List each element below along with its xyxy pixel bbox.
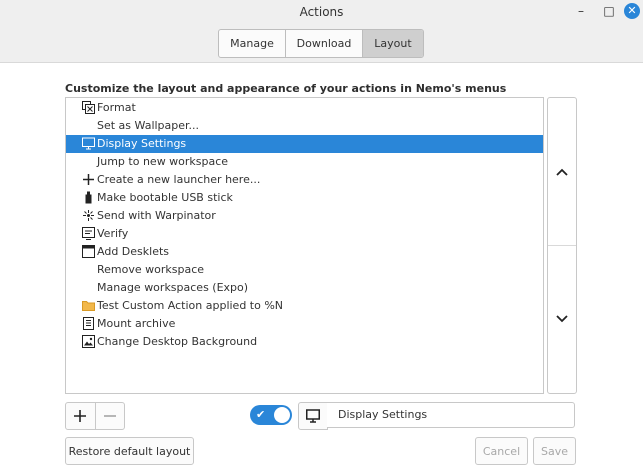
reorder-buttons [547, 97, 577, 394]
move-down-button[interactable] [554, 311, 570, 327]
maximize-button[interactable]: □ [601, 3, 617, 19]
list-item[interactable]: Test Custom Action applied to %N [66, 297, 543, 315]
tab-manage[interactable]: Manage [219, 30, 286, 57]
list-item-label: Send with Warpinator [97, 209, 216, 222]
format-icon [82, 101, 95, 114]
restore-default-layout-button[interactable]: Restore default layout [65, 437, 194, 465]
list-item-label: Verify [97, 227, 129, 240]
plus-icon [82, 173, 95, 186]
list-item-label: Change Desktop Background [97, 335, 258, 348]
warpinator-icon [82, 209, 95, 222]
folder-icon [82, 299, 95, 312]
check-icon: ✔ [256, 408, 266, 421]
divider [548, 245, 576, 246]
move-up-button[interactable] [554, 164, 570, 180]
list-item-label: Manage workspaces (Expo) [97, 281, 249, 294]
add-remove-group [65, 402, 125, 430]
desklet-icon [82, 245, 95, 258]
action-name-field[interactable] [327, 402, 575, 428]
remove-button[interactable] [94, 403, 125, 429]
list-item[interactable]: Verify [66, 225, 543, 243]
list-item[interactable]: Format [66, 99, 543, 117]
list-item-label: Mount archive [97, 317, 176, 330]
layout-heading: Customize the layout and appearance of y… [65, 82, 507, 95]
list-item[interactable]: Add Desklets [66, 243, 543, 261]
plus-icon [74, 410, 87, 422]
tab-download[interactable]: Download [286, 30, 363, 57]
chevron-up-icon [556, 168, 568, 176]
list-item[interactable]: Jump to new workspace [66, 153, 543, 171]
cancel-button[interactable]: Cancel [475, 437, 528, 465]
tab-layout[interactable]: Layout [363, 30, 423, 57]
monitor-icon [82, 137, 95, 150]
list-item-label: Set as Wallpaper... [97, 119, 200, 132]
list-item-label: Display Settings [97, 137, 187, 150]
toggle-knob [274, 407, 290, 423]
usb-stick-icon [82, 191, 95, 204]
list-item-selected[interactable]: Display Settings [66, 135, 543, 153]
actions-list[interactable]: Format Set as Wallpaper... Display Setti… [65, 97, 544, 394]
image-icon [82, 335, 95, 348]
list-item-label: Create a new launcher here... [97, 173, 261, 186]
list-item[interactable]: Create a new launcher here... [66, 171, 543, 189]
list-item-label: Make bootable USB stick [97, 191, 233, 204]
enable-toggle[interactable]: ✔ [250, 405, 292, 425]
list-item[interactable]: Manage workspaces (Expo) [66, 279, 543, 297]
list-item-label: Remove workspace [97, 263, 205, 276]
archive-icon [82, 317, 95, 330]
monitor-icon [306, 409, 320, 423]
list-item-label: Jump to new workspace [97, 155, 229, 168]
add-button[interactable] [66, 403, 95, 429]
minus-icon [103, 415, 116, 417]
tab-bar: Manage Download Layout [218, 29, 424, 58]
list-item[interactable]: Set as Wallpaper... [66, 117, 543, 135]
list-item[interactable]: Send with Warpinator [66, 207, 543, 225]
list-item-label: Format [97, 101, 136, 114]
close-button[interactable]: ✕ [624, 3, 640, 19]
list-item-label: Test Custom Action applied to %N [97, 299, 284, 312]
list-item[interactable]: Make bootable USB stick [66, 189, 543, 207]
list-item[interactable]: Remove workspace [66, 261, 543, 279]
chevron-down-icon [556, 315, 568, 323]
window-title: Actions [299, 5, 344, 19]
list-item-label: Add Desklets [97, 245, 169, 258]
minimize-button[interactable]: – [573, 3, 589, 19]
list-item[interactable]: Change Desktop Background [66, 333, 543, 351]
save-button[interactable]: Save [533, 437, 576, 465]
verify-icon [82, 227, 95, 240]
titlebar: Actions – □ ✕ Manage Download Layout [0, 0, 643, 63]
icon-chooser-button[interactable] [298, 402, 328, 430]
list-item[interactable]: Mount archive [66, 315, 543, 333]
actions-window: Actions – □ ✕ Manage Download Layout Cus… [0, 0, 643, 476]
